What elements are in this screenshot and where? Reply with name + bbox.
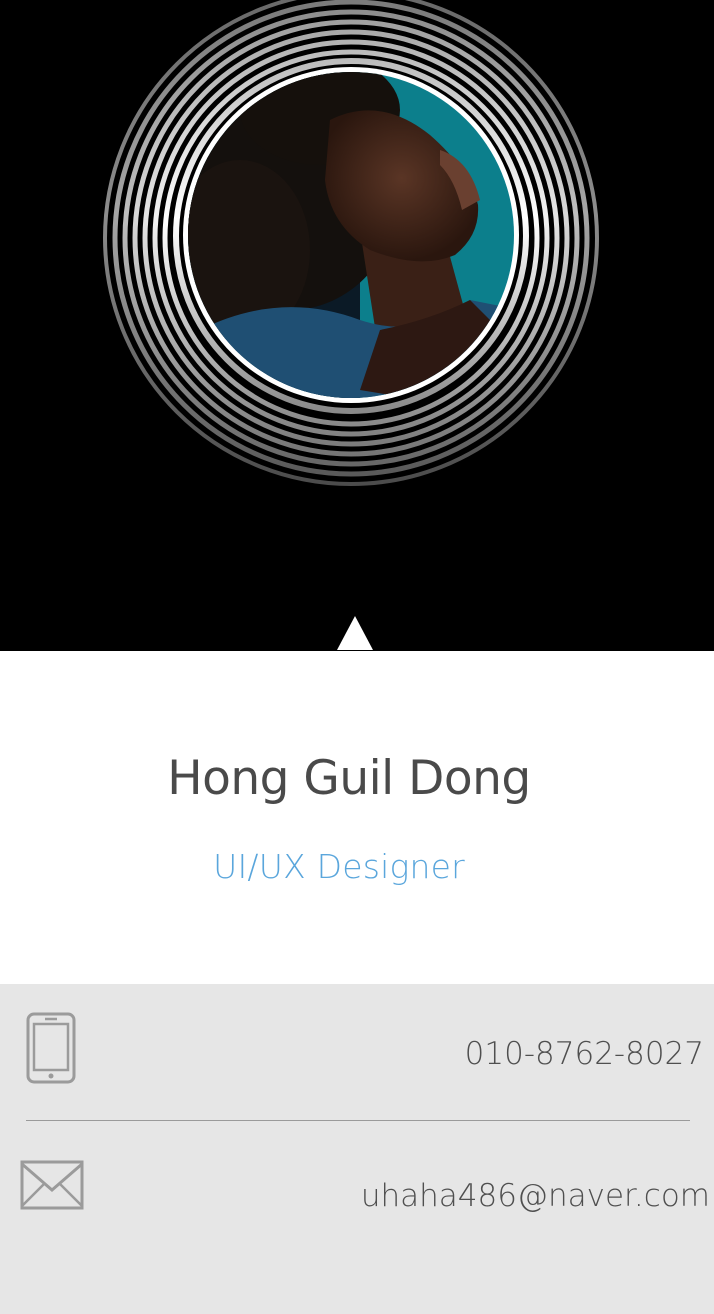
contact-separator [26, 1120, 690, 1121]
profile-info: Hong Guil Dong UI/UX Designer [0, 651, 714, 984]
email-address[interactable]: uhaha486@naver.com [361, 1178, 710, 1214]
profile-name: Hong Guil Dong [167, 751, 531, 806]
profile-photo-frame [103, 0, 599, 486]
smartphone-icon [26, 1012, 78, 1090]
contact-phone-row[interactable]: 010-8762-8027 [0, 1008, 714, 1088]
contact-email-row[interactable]: uhaha486@naver.com [0, 1154, 714, 1224]
pointer-triangle-icon [337, 616, 373, 650]
profile-role: UI/UX Designer [213, 847, 465, 886]
envelope-icon [20, 1160, 84, 1216]
contact-panel: 010-8762-8027 uhaha486@naver.com [0, 984, 714, 1314]
profile-header [0, 0, 714, 648]
phone-number[interactable]: 010-8762-8027 [465, 1036, 704, 1072]
